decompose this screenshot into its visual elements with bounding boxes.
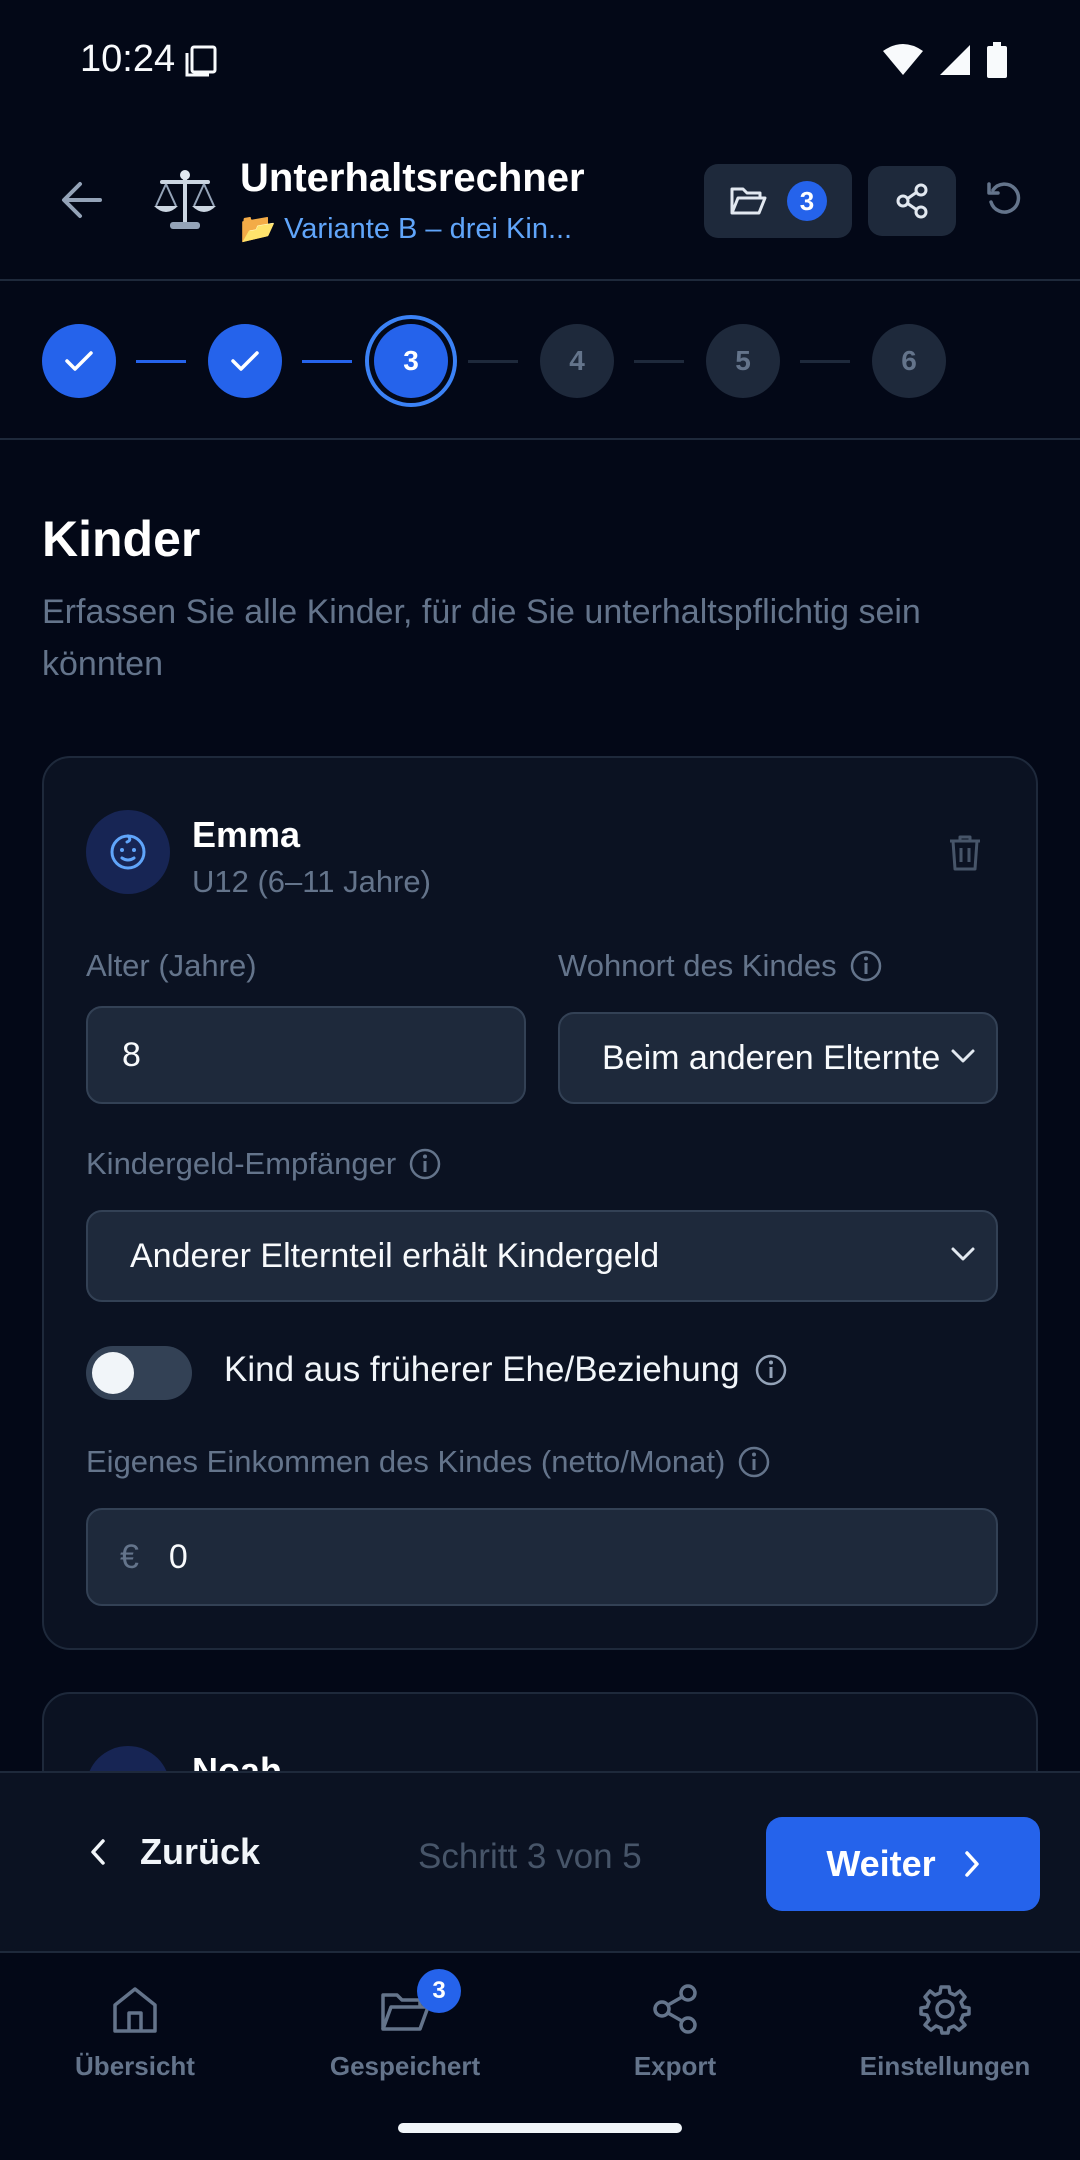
child-card: Noah <box>42 1692 1038 1771</box>
reset-icon <box>985 180 1025 220</box>
screenshot-icon <box>184 44 218 78</box>
info-icon[interactable] <box>849 949 883 983</box>
app-title: Unterhaltsrechner <box>240 156 585 200</box>
step-indicator: Schritt 3 von 5 <box>418 1837 642 1876</box>
info-icon[interactable] <box>408 1147 442 1181</box>
wizard-footer: Zurück Schritt 3 von 5 Weiter <box>0 1771 1080 1953</box>
child-name: Emma <box>192 814 301 855</box>
step-connector <box>634 360 684 363</box>
back-arrow-button[interactable] <box>60 180 116 222</box>
step-connector <box>136 360 186 363</box>
folder-open-icon <box>729 185 767 217</box>
step-connector <box>302 360 352 363</box>
previous-relation-label: Kind aus früherer Ehe/Beziehung <box>224 1350 788 1390</box>
child-card: Emma U12 (6–11 Jahre) Alter (Jahre) 8 Wo… <box>42 756 1038 1650</box>
info-icon[interactable] <box>737 1445 771 1479</box>
progress-stepper: 3 4 5 6 <box>0 281 1080 440</box>
toggle-knob <box>92 1352 134 1394</box>
tab-overview[interactable]: Übersicht <box>0 1973 270 2093</box>
saved-count-badge: 3 <box>417 1969 461 2013</box>
previous-relation-toggle[interactable] <box>86 1346 192 1400</box>
step-6[interactable]: 6 <box>872 324 946 398</box>
scales-icon <box>152 166 218 232</box>
share-icon <box>894 183 930 219</box>
delete-child-button[interactable] <box>948 834 982 872</box>
step-4[interactable]: 4 <box>540 324 614 398</box>
variant-name: Variante B – drei Kin... <box>284 212 573 245</box>
trash-icon <box>948 834 982 872</box>
step-1[interactable] <box>42 324 116 398</box>
status-bar: 10:24 <box>0 0 1080 120</box>
chevron-down-icon <box>950 1246 976 1262</box>
child-age-group: U12 (6–11 Jahre) <box>192 864 431 899</box>
saved-variants-button[interactable]: 3 <box>704 164 852 238</box>
step-3[interactable]: 3 <box>374 324 448 398</box>
child-name: Noah <box>192 1750 282 1771</box>
app-bar: Unterhaltsrechner 📂 Variante B – drei Ki… <box>0 120 1080 281</box>
step-connector <box>800 360 850 363</box>
share-icon <box>650 1973 700 2035</box>
arrow-left-icon <box>60 180 116 220</box>
baby-face-icon <box>108 832 148 872</box>
home-indicator[interactable] <box>398 2123 682 2133</box>
gear-icon <box>919 1973 971 2035</box>
saved-count-badge: 3 <box>787 181 827 221</box>
current-variant[interactable]: 📂 Variante B – drei Kin... <box>240 212 572 246</box>
child-avatar <box>86 1746 170 1771</box>
chevron-down-icon <box>950 1048 976 1064</box>
income-label: Eigenes Einkommen des Kindes (netto/Mona… <box>86 1444 771 1480</box>
check-icon <box>64 349 94 373</box>
chevron-right-icon <box>964 1850 980 1878</box>
step-connector <box>468 360 518 363</box>
folder-emoji-icon: 📂 <box>240 213 277 245</box>
folder-open-icon: 3 <box>379 1969 461 2035</box>
step-5[interactable]: 5 <box>706 324 780 398</box>
page-title: Kinder <box>42 511 201 567</box>
residence-label: Wohnort des Kindes <box>558 948 883 984</box>
reset-button[interactable] <box>985 180 1025 220</box>
age-input[interactable]: 8 <box>86 1006 526 1104</box>
residence-select[interactable]: Beim anderen Elternteil <box>558 1012 998 1104</box>
kindergeld-label: Kindergeld-Empfänger <box>86 1146 442 1182</box>
tab-export[interactable]: Export <box>540 1973 810 2093</box>
share-button[interactable] <box>868 166 956 236</box>
age-label: Alter (Jahre) <box>86 948 257 983</box>
income-input[interactable]: € 0 <box>86 1508 998 1606</box>
home-icon <box>111 1973 159 2035</box>
main-content[interactable]: Kinder Erfassen Sie alle Kinder, für die… <box>0 440 1080 1771</box>
previous-step-button[interactable]: Zurück <box>90 1831 260 1873</box>
battery-icon <box>986 42 1008 78</box>
bottom-navigation: Übersicht 3 Gespeichert Export Einstellu… <box>0 1953 1080 2160</box>
tab-settings[interactable]: Einstellungen <box>810 1973 1080 2093</box>
tab-saved[interactable]: 3 Gespeichert <box>270 1969 540 2093</box>
wifi-icon <box>882 43 924 77</box>
cellular-signal-icon <box>938 43 972 77</box>
info-icon[interactable] <box>754 1353 788 1387</box>
step-2[interactable] <box>208 324 282 398</box>
next-step-button[interactable]: Weiter <box>766 1817 1040 1911</box>
chevron-left-icon <box>90 1838 106 1866</box>
child-avatar <box>86 810 170 894</box>
page-description: Erfassen Sie alle Kinder, für die Sie un… <box>42 593 921 683</box>
check-icon <box>230 349 260 373</box>
currency-symbol: € <box>120 1537 139 1576</box>
kindergeld-select[interactable]: Anderer Elternteil erhält Kindergeld <box>86 1210 998 1302</box>
status-icons <box>882 42 1008 78</box>
status-time: 10:24 <box>80 38 176 80</box>
